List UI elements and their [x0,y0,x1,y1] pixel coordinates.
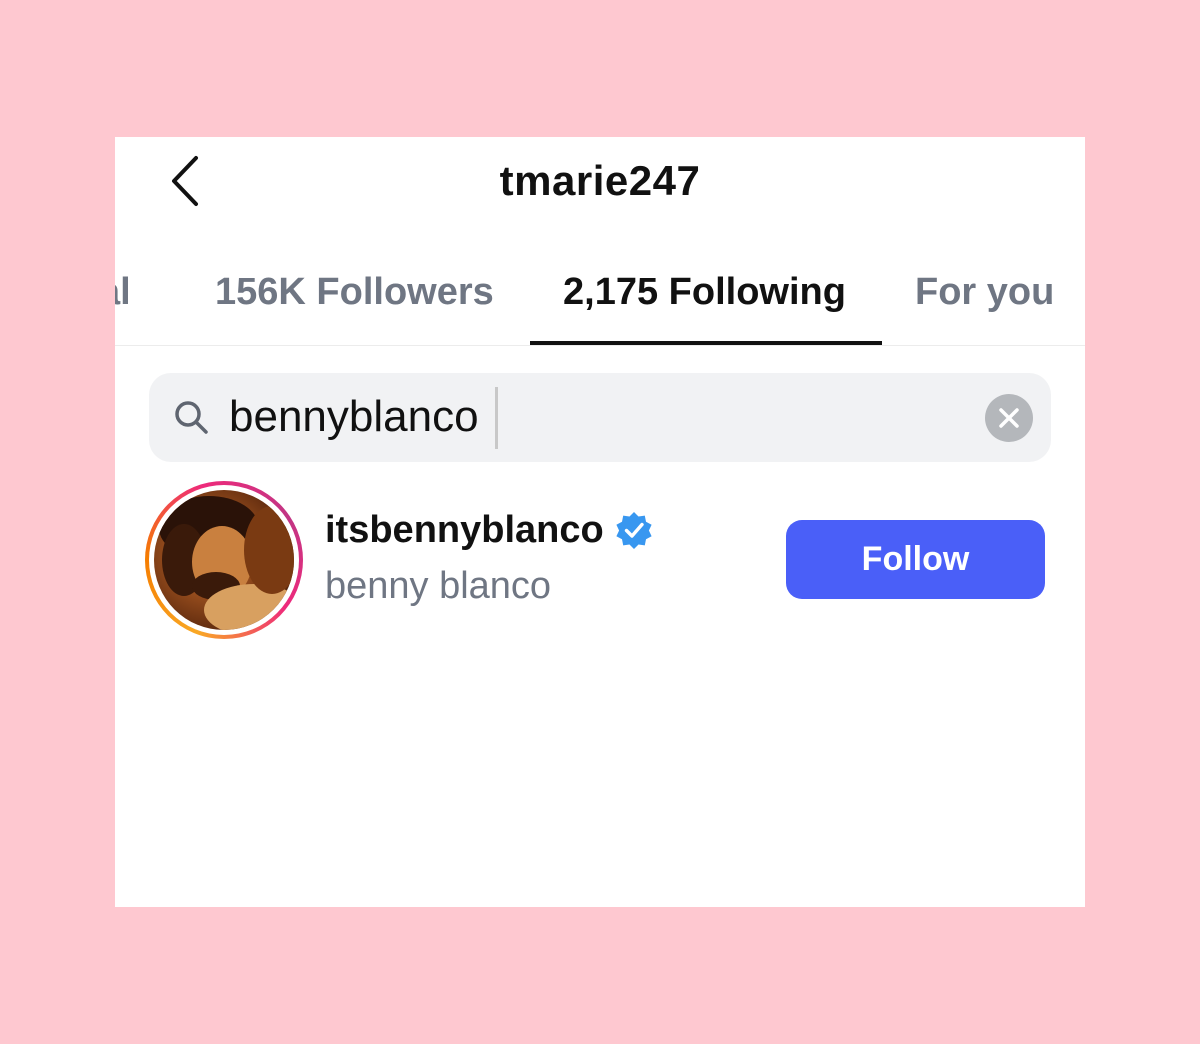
text-cursor [495,387,498,449]
tab-following[interactable]: 2,175 Following [563,269,846,315]
tab-bar: al 156K Followers 2,175 Following For yo… [115,259,1085,345]
story-ring[interactable] [145,481,303,639]
list-item[interactable]: itsbennyblanco benny blanco Follow [115,477,1085,647]
following-screen: tmarie247 al 156K Followers 2,175 Follow… [115,137,1085,907]
search-input[interactable] [229,387,949,447]
tab-for-you[interactable]: For you [915,269,1054,315]
close-icon [999,408,1019,428]
tab-followers[interactable]: 156K Followers [215,269,494,315]
search-bar[interactable] [149,373,1051,462]
clear-search-button[interactable] [985,394,1033,442]
username[interactable]: itsbennyblanco [325,507,604,553]
page-title: tmarie247 [499,157,701,204]
search-icon [175,401,208,434]
avatar-image [159,496,294,630]
avatar [154,490,294,630]
follow-button[interactable]: Follow [786,520,1045,599]
tabs-divider [115,345,1085,346]
full-name: benny blanco [325,565,552,607]
tab-partial[interactable]: al [115,269,131,315]
verified-badge-icon [616,512,652,549]
